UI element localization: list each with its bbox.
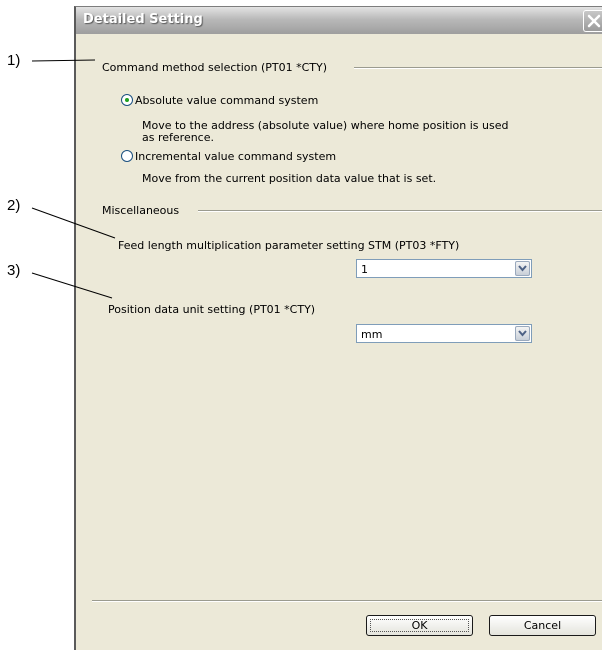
feed-length-value: 1 bbox=[361, 263, 368, 276]
incremental-description: Move from the current position data valu… bbox=[142, 172, 437, 185]
absolute-description-line2: as reference. bbox=[142, 131, 214, 144]
cancel-button[interactable]: Cancel bbox=[489, 615, 596, 636]
ok-button-focus-ring bbox=[370, 619, 469, 632]
miscellaneous-group-line bbox=[198, 210, 602, 212]
chevron-down-icon bbox=[518, 265, 527, 272]
title-bar[interactable]: Detailed Setting bbox=[76, 7, 602, 34]
command-method-group-line bbox=[354, 67, 602, 69]
close-x-icon bbox=[587, 14, 601, 28]
miscellaneous-group-label: Miscellaneous bbox=[102, 204, 180, 217]
radio-selected-dot bbox=[125, 98, 129, 102]
position-unit-label: Position data unit setting (PT01 *CTY) bbox=[108, 303, 316, 316]
chevron-down-icon bbox=[518, 330, 527, 337]
radio-incremental-label[interactable]: Incremental value command system bbox=[135, 150, 336, 163]
feed-length-dropdown-button[interactable] bbox=[515, 261, 530, 276]
position-unit-dropdown[interactable]: mm bbox=[356, 324, 532, 343]
callout-2: 2) bbox=[7, 197, 21, 214]
dialog-title: Detailed Setting bbox=[83, 12, 203, 27]
feed-length-dropdown[interactable]: 1 bbox=[356, 259, 532, 278]
position-unit-dropdown-button[interactable] bbox=[515, 326, 530, 341]
callout-1: 1) bbox=[7, 52, 21, 69]
ok-button[interactable]: OK bbox=[366, 615, 473, 636]
callout-3: 3) bbox=[7, 262, 21, 279]
close-button[interactable] bbox=[583, 10, 602, 32]
feed-length-label: Feed length multiplication parameter set… bbox=[118, 239, 460, 252]
radio-incremental[interactable] bbox=[121, 150, 133, 162]
radio-absolute-label[interactable]: Absolute value command system bbox=[135, 94, 318, 107]
detailed-setting-dialog: Detailed Setting Command method selectio… bbox=[74, 6, 602, 650]
bottom-separator bbox=[92, 600, 602, 602]
cancel-button-label: Cancel bbox=[523, 619, 562, 632]
radio-absolute[interactable] bbox=[121, 94, 133, 106]
command-method-group-label: Command method selection (PT01 *CTY) bbox=[102, 61, 327, 74]
position-unit-value: mm bbox=[361, 328, 383, 341]
